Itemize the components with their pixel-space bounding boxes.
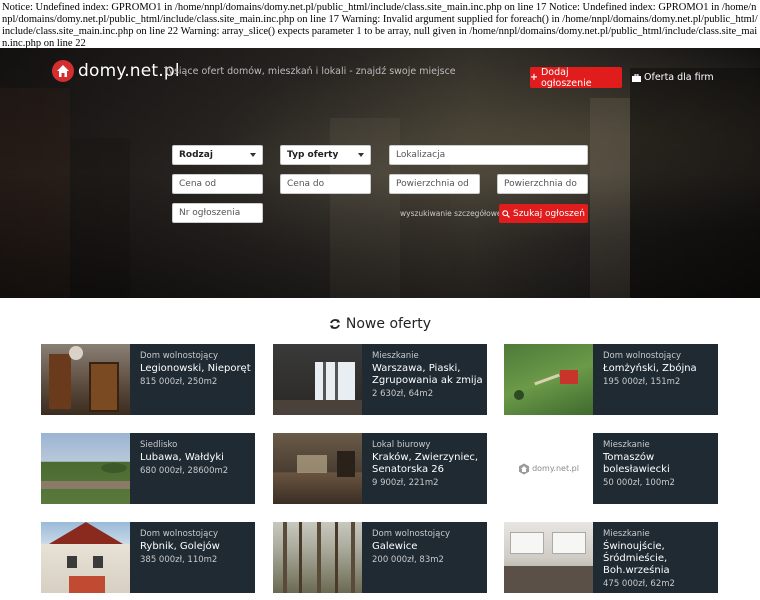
listing-location: Galewice	[372, 541, 418, 552]
site-logo[interactable]: domy.net.pl	[52, 60, 180, 82]
location-input[interactable]: Lokalizacja	[389, 145, 588, 165]
firms-offer-link[interactable]: Oferta dla firm	[632, 72, 714, 83]
listing-type: Mieszkanie	[372, 351, 419, 361]
listing-photo	[504, 522, 593, 593]
listing-photo	[273, 522, 362, 593]
listing-card[interactable]: Mieszkanie Świnoujście, Śródmieście, Boh.…	[504, 522, 718, 593]
caret-down-icon	[250, 153, 256, 157]
briefcase-icon	[632, 73, 641, 82]
listing-price: 195 000zł, 151m2	[603, 377, 681, 387]
listing-photo	[41, 344, 130, 415]
listing-type: Dom wolnostojący	[140, 529, 219, 539]
listing-photo	[504, 344, 593, 415]
price-to-input[interactable]: Cena do	[280, 174, 371, 194]
plus-icon: +	[530, 72, 538, 83]
site-tagline: Tysiące ofert domów, mieszkań i lokali -…	[164, 66, 456, 77]
listing-location: Kraków, Zwierzyniec, Senatorska 26	[372, 452, 479, 475]
listing-photo	[41, 522, 130, 593]
listing-card[interactable]: Dom wolnostojący Łomżyński, Zbójna 195 000…	[504, 344, 718, 415]
listing-photo	[41, 433, 130, 504]
listing-price: 50 000zł, 100m2	[603, 478, 675, 488]
listing-price: 200 000zł, 83m2	[372, 555, 444, 565]
listing-location: Świnoujście, Śródmieście, Boh.września	[603, 541, 670, 576]
area-to-input[interactable]: Powierzchnia do	[497, 174, 588, 194]
placeholder-logo-icon	[519, 463, 530, 474]
refresh-icon	[329, 319, 340, 329]
caret-down-icon	[358, 153, 364, 157]
listing-card[interactable]: Dom wolnostojący Rybnik, Golejów 385 000zł…	[41, 522, 255, 593]
listing-price: 815 000zł, 250m2	[140, 377, 218, 387]
new-offers-heading: Nowe oferty	[0, 316, 760, 332]
listing-type: Lokal biurowy	[372, 440, 431, 450]
hero-banner	[0, 48, 760, 298]
listing-card[interactable]: Mieszkanie Warszawa, Piaski, Zgrupowania …	[273, 344, 487, 415]
listing-location: Rybnik, Golejów	[140, 541, 220, 552]
add-listing-button[interactable]: + Dodaj ogłoszenie	[530, 67, 622, 89]
listing-card[interactable]: Dom wolnostojący Legionowski, Nieporęt 815…	[41, 344, 255, 415]
offer-type-select[interactable]: Typ oferty	[280, 145, 371, 165]
area-from-input[interactable]: Powierzchnia od	[389, 174, 480, 194]
listing-location: Tomaszów bolesławiecki	[603, 452, 670, 475]
listing-price: 9 900zł, 221m2	[372, 478, 439, 488]
listing-photo	[273, 344, 362, 415]
listing-type: Dom wolnostojący	[372, 529, 451, 539]
listing-photo	[273, 433, 362, 504]
listing-card[interactable]: domy.net.pl Mieszkanie Tomaszów bolesławi…	[504, 433, 718, 504]
listing-photo-placeholder: domy.net.pl	[504, 433, 593, 504]
listing-location: Warszawa, Piaski, Zgrupowania ak zmija	[372, 363, 483, 386]
php-error-notice: Notice: Undefined index: GPROMO1 in /hom…	[0, 0, 760, 49]
listing-type: Siedlisko	[140, 440, 178, 450]
search-icon	[502, 209, 510, 218]
listing-type: Mieszkanie	[603, 440, 650, 450]
listing-type: Mieszkanie	[603, 529, 650, 539]
listing-number-input[interactable]: Nr ogłoszenia	[172, 203, 263, 223]
listing-type: Dom wolnostojący	[603, 351, 682, 361]
listing-price: 680 000zł, 28600m2	[140, 466, 229, 476]
listing-type: Dom wolnostojący	[140, 351, 219, 361]
listing-location: Legionowski, Nieporęt	[140, 363, 251, 374]
house-icon	[52, 60, 74, 82]
listing-price: 2 630zł, 64m2	[372, 389, 434, 399]
listing-price: 475 000zł, 62m2	[603, 579, 675, 589]
advanced-search-link[interactable]: wyszukiwanie szczegółowe	[400, 209, 502, 218]
listing-location: Lubawa, Wałdyki	[140, 452, 224, 463]
listing-card[interactable]: Dom wolnostojący Galewice 200 000zł, 83m2	[273, 522, 487, 593]
listing-location: Łomżyński, Zbójna	[603, 363, 697, 374]
listing-price: 385 000zł, 110m2	[140, 555, 218, 565]
property-kind-select[interactable]: Rodzaj	[172, 145, 263, 165]
listing-card[interactable]: Siedlisko Lubawa, Wałdyki 680 000zł, 28600…	[41, 433, 255, 504]
price-from-input[interactable]: Cena od	[172, 174, 263, 194]
listing-card[interactable]: Lokal biurowy Kraków, Zwierzyniec, Senato…	[273, 433, 487, 504]
search-button[interactable]: Szukaj ogłoszeń	[499, 204, 588, 223]
